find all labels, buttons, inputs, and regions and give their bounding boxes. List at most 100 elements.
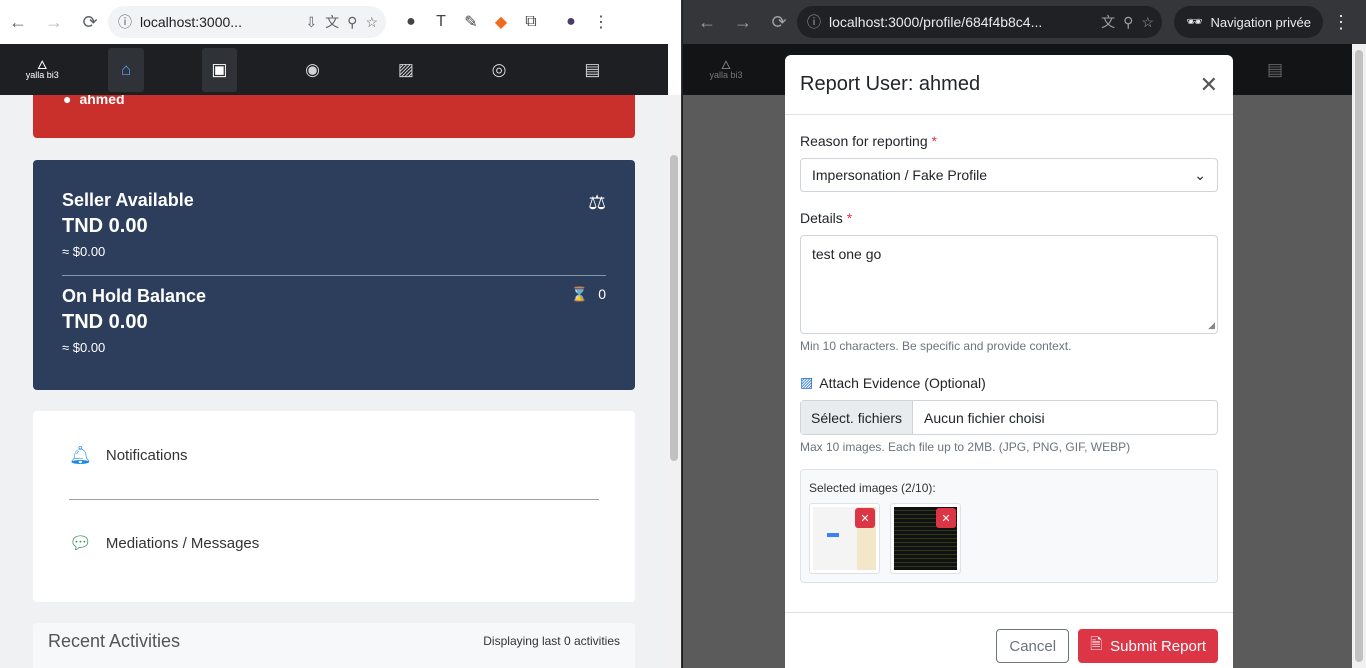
selected-images-label: Selected images (2/10): (809, 481, 936, 495)
modal-body: Reason for reporting * Impersonation / F… (785, 115, 1233, 601)
resize-grip-icon[interactable]: ◢ (1208, 320, 1215, 331)
evidence-label: ▨ Attach Evidence (Optional) (800, 374, 1218, 391)
nav-images-icon[interactable]: ▨ (388, 48, 423, 92)
scrollbar-thumb[interactable] (670, 155, 678, 461)
remove-image-icon[interactable]: ✕ (936, 508, 956, 528)
translate-icon[interactable]: 文 (325, 12, 339, 32)
left-browser-window: ← → ⟳ ⓘ localhost:3000... ⇩ 文 ⚲ ☆ ● T ✎ … (0, 0, 682, 668)
app-logo: 🜂 yalla bi3 (683, 59, 763, 80)
translate-icon[interactable]: 文 (1101, 12, 1115, 32)
extensions-puzzle-icon[interactable]: ⧉ (516, 7, 546, 37)
site-info-icon[interactable]: ⓘ (118, 12, 132, 32)
reload-icon[interactable]: ⟳ (761, 4, 797, 40)
back-icon[interactable]: ← (0, 4, 36, 40)
incognito-label: Navigation privée (1210, 14, 1311, 30)
details-help: Min 10 characters. Be specific and provi… (800, 339, 1072, 353)
bookmark-star-icon[interactable]: ☆ (365, 14, 378, 31)
evidence-label-text: Attach Evidence (Optional) (819, 374, 986, 391)
site-info-icon[interactable]: ⓘ (807, 12, 821, 32)
details-label: Details * (800, 210, 1218, 226)
recent-activities-subtitle: Displaying last 0 activities (483, 634, 620, 648)
incognito-icon: 🕶︎ (1186, 14, 1203, 29)
file-status: Aucun fichier choisi (924, 409, 1045, 426)
incognito-badge[interactable]: 🕶︎ Navigation privée (1174, 6, 1323, 38)
nav-support-icon[interactable]: ◎ (481, 48, 516, 92)
images-icon: ▨ (800, 374, 814, 390)
reload-icon[interactable]: ⟳ (72, 4, 108, 40)
hourglass-icon: ⌛ (570, 286, 589, 302)
forward-icon[interactable]: → (725, 4, 761, 40)
quick-links-card: 🔔︎ Notifications 💬︎ Mediations / Message… (33, 411, 635, 602)
reason-label-text: Reason for reporting (800, 133, 928, 149)
install-icon[interactable]: ⇩ (305, 14, 317, 31)
bookmark-star-icon[interactable]: ☆ (1141, 14, 1154, 31)
url-text: localhost:3000... (140, 14, 242, 30)
cancel-button[interactable]: Cancel (996, 629, 1070, 663)
on-hold-label: On Hold Balance (62, 286, 207, 306)
address-bar[interactable]: ⓘ localhost:3000... ⇩ 文 ⚲ ☆ (108, 6, 386, 38)
remove-image-icon[interactable]: ✕ (855, 508, 875, 528)
zoom-icon[interactable]: ⚲ (1123, 14, 1133, 31)
nav-user-icon[interactable]: ◉ (295, 48, 330, 92)
mediations-link[interactable]: 💬︎ Mediations / Messages (69, 499, 599, 587)
zoom-icon[interactable]: ⚲ (347, 14, 357, 31)
app-navbar: 🜂 yalla bi3 ⌂ ▣ ◉ ▨ ◎ ▤ (0, 44, 668, 95)
user-circle-icon: ● (63, 95, 72, 107)
recent-activities-header: Recent Activities Displaying last 0 acti… (33, 623, 635, 668)
scrollbar-thumb[interactable] (1355, 50, 1363, 662)
on-hold-count: 0 (598, 286, 606, 302)
required-mark: * (931, 133, 937, 149)
modal-header: Report User: ahmed ✕ (785, 55, 1233, 115)
page-scrollbar[interactable] (1352, 44, 1366, 668)
page-scrollbar[interactable] (667, 95, 681, 668)
extension-ninja-icon[interactable]: ● (396, 7, 426, 37)
close-icon[interactable]: ✕ (1200, 72, 1218, 98)
extension-eyedropper-icon[interactable]: ✎ (456, 7, 486, 37)
extension-text-icon[interactable]: T (426, 7, 456, 37)
user-header-card: ● ahmed (33, 95, 635, 138)
scale-icon: ⚖ (588, 192, 606, 214)
file-help: Max 10 images. Each file up to 2MB. (JPG… (800, 440, 1131, 454)
comments-icon: 💬︎ (69, 533, 92, 553)
app-logo[interactable]: 🜂 yalla bi3 (0, 59, 78, 80)
forward-icon[interactable]: → (36, 4, 72, 40)
logo-text: yalla bi3 (709, 70, 743, 80)
menu-kebab-icon[interactable]: ⋮ (586, 7, 616, 37)
chevron-down-icon: ⌄ (1194, 166, 1206, 183)
nav-clipboard-icon: ▤ (1266, 59, 1284, 79)
on-hold-usd: ≈ $0.00 (62, 340, 106, 355)
reason-select[interactable]: Impersonation / Fake Profile ⌄ (800, 158, 1218, 192)
nav-wallet-icon[interactable]: ▣ (201, 47, 237, 92)
profile-avatar-icon[interactable]: ● (556, 7, 586, 37)
choose-files-button[interactable]: Sélect. fichiers (801, 401, 914, 434)
right-browser-window: ← → ⟳ ⓘ localhost:3000/profile/684f4b8c4… (683, 0, 1366, 668)
reason-select-value: Impersonation / Fake Profile (812, 167, 988, 183)
back-icon[interactable]: ← (689, 4, 725, 40)
notifications-link[interactable]: 🔔︎ Notifications (69, 411, 599, 499)
details-textarea[interactable]: test one go ◢ (800, 235, 1218, 334)
extension-orange-icon[interactable]: ◆ (486, 7, 516, 37)
submit-report-button[interactable]: 🗎 Submit Report (1078, 629, 1218, 663)
address-bar[interactable]: ⓘ localhost:3000/profile/684f4b8c4... 文 … (797, 6, 1162, 38)
file-input[interactable]: Sélect. fichiers Aucun fichier choisi (800, 400, 1218, 435)
image-thumbnail[interactable]: ✕ (890, 503, 961, 574)
url-text: localhost:3000/profile/684f4b8c4... (829, 14, 1043, 30)
balance-card: Seller Available TND 0.00 ≈ $0.00 ⚖ On H… (33, 160, 635, 390)
notifications-label: Notifications (105, 446, 188, 464)
browser-toolbar-incognito: ← → ⟳ ⓘ localhost:3000/profile/684f4b8c4… (683, 0, 1366, 44)
seller-available-amount: TND 0.00 (62, 215, 148, 237)
balance-divider (62, 275, 606, 276)
on-hold-amount: TND 0.00 (62, 311, 148, 333)
details-label-text: Details (800, 210, 843, 226)
dashboard-content: ● ahmed Seller Available TND 0.00 ≈ $0.0… (0, 95, 668, 668)
modal-title: Report User: ahmed (800, 73, 981, 95)
modal-footer: Cancel 🗎 Submit Report (785, 612, 1233, 668)
user-name: ahmed (79, 95, 125, 107)
nav-home-icon[interactable]: ⌂ (108, 47, 144, 92)
nav-clipboard-icon[interactable]: ▤ (575, 48, 610, 92)
image-thumbnail[interactable]: ✕ (809, 503, 880, 574)
browser-toolbar: ← → ⟳ ⓘ localhost:3000... ⇩ 文 ⚲ ☆ ● T ✎ … (0, 0, 681, 44)
reason-label: Reason for reporting * (800, 133, 1218, 149)
file-plus-icon: 🗎 (1090, 635, 1103, 653)
menu-kebab-icon[interactable]: ⋮ (1323, 4, 1359, 40)
